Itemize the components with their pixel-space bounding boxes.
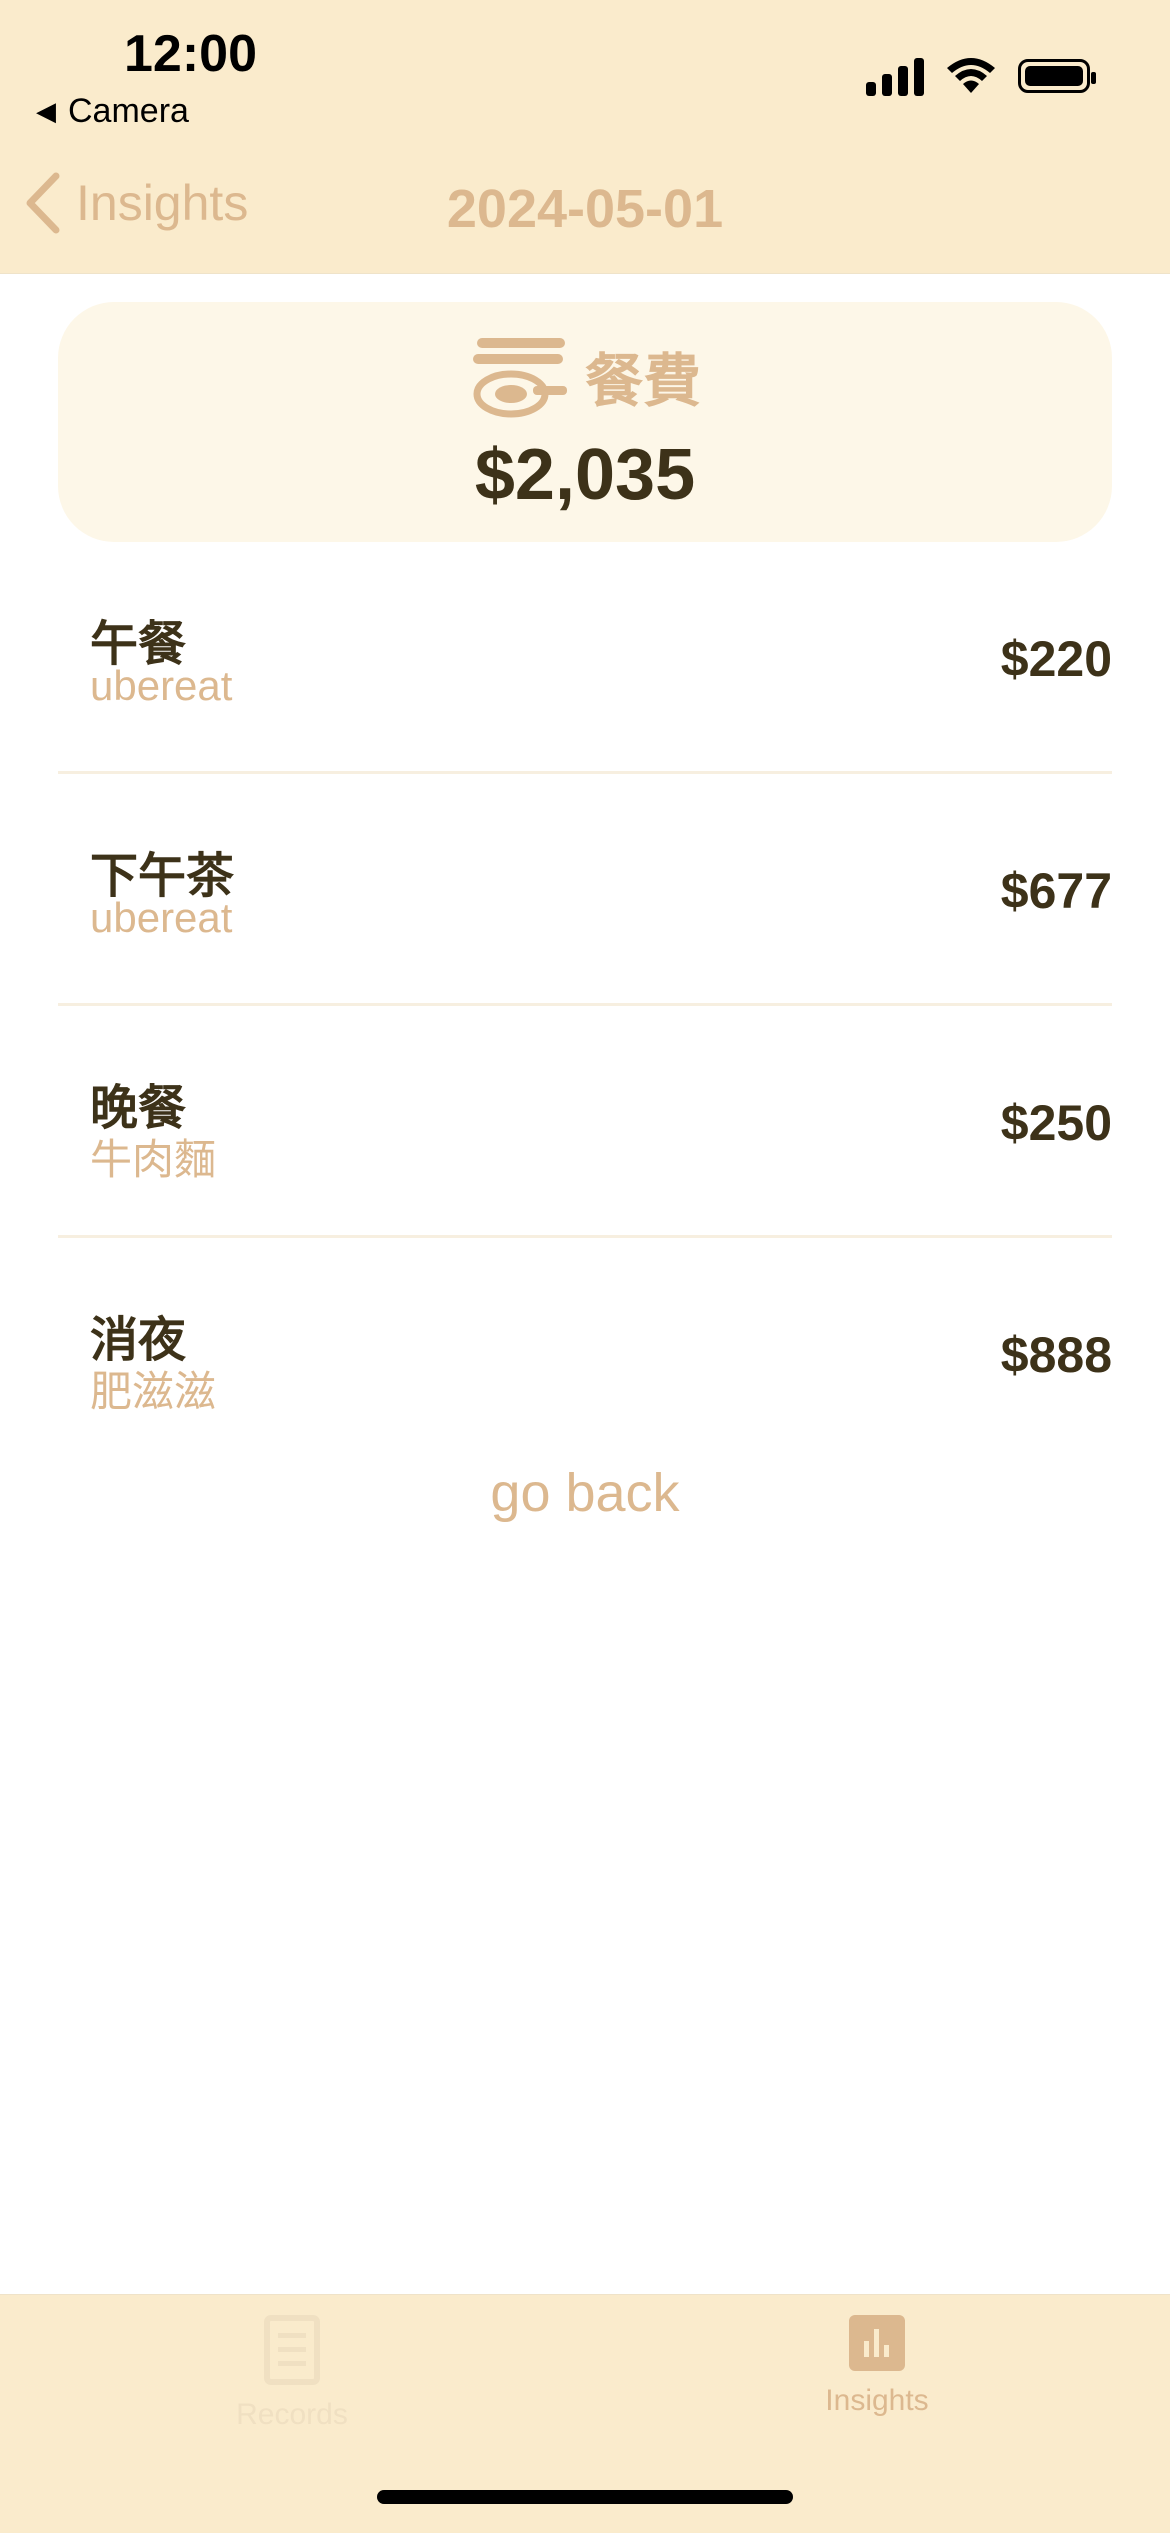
tab-records[interactable]: Records [142,2315,442,2432]
expense-subtitle: ubereat [90,662,233,709]
category-total: $2,035 [474,435,696,515]
expense-amount: $220 [1000,631,1112,687]
expense-row[interactable]: 午餐 ubereat $220 [58,542,1112,774]
battery-icon [1018,59,1096,93]
category-summary-card: 餐費 $2,035 [58,302,1112,542]
cellular-signal-icon [866,56,924,96]
expense-amount: $677 [1000,863,1112,919]
expense-subtitle: ubereat [90,894,233,941]
page-title: 2024-05-01 [446,179,724,239]
expense-amount: $888 [1000,1327,1112,1383]
expense-list: 午餐 ubereat $220 下午茶 ubereat $677 晚餐 牛肉麵 … [58,542,1112,1470]
expense-row[interactable]: 消夜 肥滋滋 $888 [58,1238,1112,1470]
go-back-button[interactable]: go back [0,1462,1170,1524]
back-to-app-link[interactable]: ◀ Camera [36,92,189,131]
wifi-icon [947,58,995,93]
expense-subtitle: 牛肉麵 [90,1136,217,1183]
tab-records-label: Records [236,2398,348,2431]
header: 12:00 ◀ Camera Insights 2024-05-01 [0,0,1170,274]
home-indicator[interactable] [377,2490,793,2504]
bar-chart-icon [849,2315,905,2371]
status-time: 12:00 [124,25,257,83]
back-app-label: Camera [68,92,189,130]
status-icons [866,56,1096,96]
document-icon [264,2315,320,2385]
tab-insights[interactable]: Insights [727,2315,1027,2418]
back-triangle-icon: ◀ [36,96,56,126]
spoon-bowl-icon [472,338,567,418]
tab-insights-label: Insights [825,2384,929,2417]
expense-row[interactable]: 下午茶 ubereat $677 [58,774,1112,1006]
expense-subtitle: 肥滋滋 [90,1368,217,1415]
expense-amount: $250 [1000,1095,1112,1151]
category-label: 餐費 [584,349,701,414]
expense-row[interactable]: 晚餐 牛肉麵 $250 [58,1006,1112,1238]
